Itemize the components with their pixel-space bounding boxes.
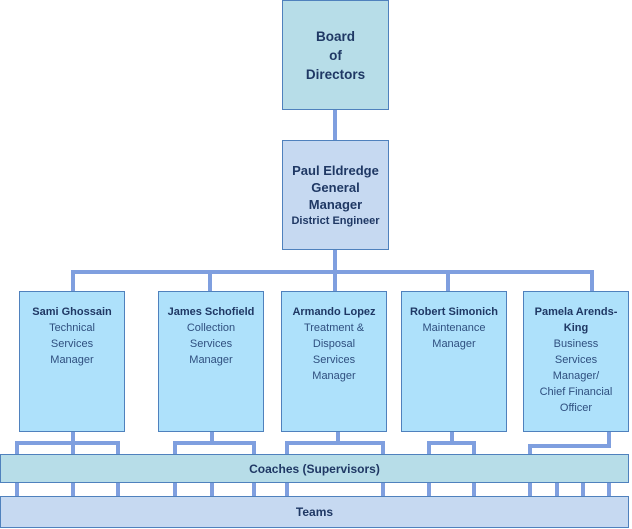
connector-ct-1 <box>15 483 19 496</box>
connector-drop-1 <box>71 270 75 291</box>
manager-role-line: Manager <box>432 338 476 350</box>
manager-role-line: Services <box>312 354 356 366</box>
connector-m4-bar <box>427 441 475 445</box>
connector-m3-a <box>285 441 289 454</box>
connector-ct-2 <box>71 483 75 496</box>
connector-ct-13 <box>581 483 585 496</box>
manager-name: Robert Simonich <box>409 306 498 318</box>
manager-box-technical-services: Sami Ghossain Technical Services Manager <box>19 291 125 432</box>
manager-role-line: Manager <box>312 370 356 382</box>
connector-drop-4 <box>446 270 450 291</box>
board-of-directors-box: Board of Directors <box>282 0 389 110</box>
general-manager-box: Paul Eldredge General Manager District E… <box>282 140 389 250</box>
manager-name: James Schofield <box>167 306 255 318</box>
manager-box-collection-services: James Schofield Collection Services Mana… <box>158 291 264 432</box>
manager-role-line: Manager/ <box>552 370 600 382</box>
connector-ct-4 <box>173 483 177 496</box>
connector-ct-9 <box>427 483 431 496</box>
connector-ct-14 <box>607 483 611 496</box>
connector-ct-11 <box>528 483 532 496</box>
connector-ct-5 <box>210 483 214 496</box>
manager-name: Sami Ghossain <box>32 306 112 318</box>
connector-m1-b <box>71 441 75 454</box>
connector-ct-10 <box>472 483 476 496</box>
connector-ct-7 <box>285 483 289 496</box>
coaches-label: Coaches (Supervisors) <box>249 461 380 476</box>
connector-m4-a <box>427 441 431 454</box>
connector-m5-bar <box>528 444 611 448</box>
manager-role-line: Chief Financial <box>539 386 613 398</box>
connector-m2-b <box>252 441 256 454</box>
manager-name: Armando Lopez <box>292 306 376 318</box>
connector-manager-bus <box>71 270 594 274</box>
manager-role-line: Officer <box>559 402 593 414</box>
connector-m1-a <box>15 441 19 454</box>
manager-role-line: Manager <box>50 354 94 366</box>
manager-name-line: King <box>563 322 589 334</box>
board-line-1: Board <box>315 28 355 44</box>
manager-role-line: Collection <box>186 322 236 334</box>
gm-name: Paul Eldredge <box>292 162 379 178</box>
manager-role-line: Technical <box>49 322 95 334</box>
connector-m1-bar <box>15 441 119 445</box>
gm-subtitle: District Engineer <box>291 214 380 227</box>
manager-role-line: Business <box>553 338 599 350</box>
manager-role-line: Services <box>189 338 233 350</box>
connector-drop-5 <box>590 270 594 291</box>
manager-role-line: Treatment & <box>303 322 365 334</box>
connector-m2-bar <box>173 441 255 445</box>
connector-ct-6 <box>252 483 256 496</box>
connector-ct-12 <box>555 483 559 496</box>
board-line-2: of <box>329 47 342 63</box>
manager-box-treatment-disposal: Armando Lopez Treatment & Disposal Servi… <box>281 291 387 432</box>
connector-m1-c <box>116 441 120 454</box>
teams-bar: Teams <box>0 496 629 528</box>
connector-m2-a <box>173 441 177 454</box>
board-label: Board of Directors <box>306 27 365 84</box>
connector-m5-a <box>528 444 532 454</box>
connector-ct-8 <box>381 483 385 496</box>
manager-role-line: Services <box>50 338 94 350</box>
gm-title-line-1: General <box>311 179 360 195</box>
connector-m4-b <box>472 441 476 454</box>
manager-role-line: Disposal <box>312 338 356 350</box>
board-line-3: Directors <box>305 66 366 82</box>
manager-name-line: Pamela Arends- <box>534 306 618 318</box>
connector-board-gm <box>333 110 337 140</box>
manager-role-line: Services <box>554 354 598 366</box>
manager-box-business-services: Pamela Arends- King Business Services Ma… <box>523 291 629 432</box>
manager-role-line: Maintenance <box>422 322 486 334</box>
connector-m3-bar <box>285 441 385 445</box>
connector-ct-3 <box>116 483 120 496</box>
manager-role-line: Manager <box>189 354 233 366</box>
coaches-bar: Coaches (Supervisors) <box>0 454 629 483</box>
manager-box-maintenance: Robert Simonich Maintenance Manager <box>401 291 507 432</box>
connector-drop-2 <box>208 270 212 291</box>
teams-label: Teams <box>295 505 334 519</box>
connector-m3-b <box>381 441 385 454</box>
gm-title-line-2: Manager <box>308 196 363 212</box>
